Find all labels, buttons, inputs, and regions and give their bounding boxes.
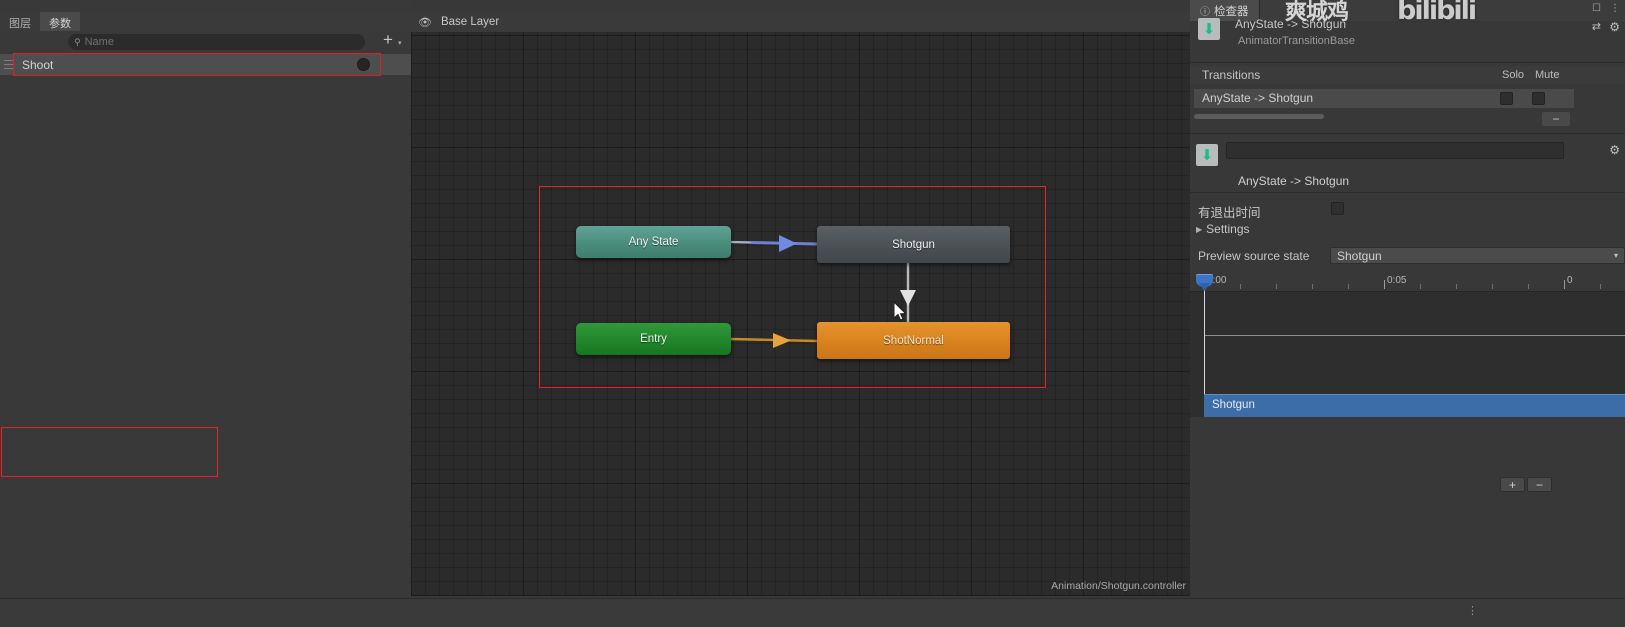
animator-state-graph[interactable]: Any State Entry Shotgun ShotNormal Anima… [411,32,1190,596]
window-buttons: ☐ ⋮ [1592,3,1620,14]
transitions-scrollbar[interactable] [1194,112,1574,121]
transition-list-row[interactable]: AnyState -> Shotgun [1194,89,1574,108]
subtab-parameters-label: 参数 [49,17,71,30]
inspector-subtitle: AnimatorTransitionBase [1238,35,1355,47]
preview-source-state-value: Shotgun [1337,248,1382,263]
mute-checkbox[interactable] [1532,92,1545,105]
subtab-parameters[interactable]: 参数 [40,12,80,31]
state-node-label: ShotNormal [883,334,944,347]
chevron-right-icon: ▶ [1196,224,1203,234]
transition-icon: ⬇ [1198,18,1220,40]
chevron-down-icon: ▾ [1613,251,1618,260]
timeline-playhead-handle[interactable] [1196,274,1213,287]
remove-condition-button[interactable]: − [1527,477,1552,492]
eye-icon[interactable]: 👁 [418,16,432,29]
state-node-shotnormal[interactable]: ShotNormal [817,322,1010,359]
mouse-cursor-icon [894,302,907,321]
mute-column-label: Mute [1535,69,1560,81]
solo-checkbox[interactable] [1500,92,1513,105]
parameter-row-shoot[interactable]: Shoot [0,54,411,75]
info-icon: ⓘ [1200,7,1210,18]
base-layer-label: Base Layer [440,16,500,28]
trigger-toggle-icon[interactable] [357,58,370,71]
state-node-entry[interactable]: Entry [576,323,731,355]
graph-toolbar: 👁 Base Layer [411,12,1190,32]
bottom-status-strip [0,598,1625,627]
transition-preview-timeline[interactable]: 0:00 0:05 0 Shotgun [1190,272,1625,417]
search-icon: ⚲ [74,36,81,47]
settings-label: Settings [1206,222,1250,236]
divider [1190,62,1625,63]
timeline-clip-bar[interactable]: Shotgun [1204,394,1625,417]
preview-source-state-label: Preview source state [1198,249,1310,263]
presets-icon[interactable]: ⇄ [1592,20,1601,33]
has-exit-time-checkbox[interactable] [1331,202,1344,215]
parameters-panel: 图层 参数 ⚲ + ▾ Shoot [0,0,411,598]
kebab-menu-icon[interactable]: ⋮ [1467,604,1479,617]
settings-foldout[interactable]: ▶ Settings [1196,222,1250,236]
state-node-label: Any State [628,236,679,248]
condition-add-remove-buttons: + − [1500,477,1552,492]
has-exit-time-label: 有退出时间 [1198,206,1261,220]
state-node-label: Entry [640,333,667,345]
drag-handle-icon[interactable] [0,54,18,75]
transition-list-row-label: AnyState -> Shotgun [1202,91,1314,105]
gear-icon[interactable]: ⚙ [1609,143,1620,157]
subtab-layers[interactable]: 图层 [0,12,40,31]
transitions-title: Transitions [1202,68,1261,82]
timeline-label: 0:05 [1387,275,1407,286]
subtab-layers-label: 图层 [9,17,31,30]
search-input[interactable] [84,36,359,48]
controller-path-label: Animation/Shotgun.controller [1051,580,1186,592]
add-condition-button[interactable]: + [1500,477,1525,492]
timeline-clip-label: Shotgun [1212,399,1255,411]
add-parameter-button[interactable]: + [380,31,396,49]
kebab-menu-icon[interactable]: ⋮ [1610,3,1620,14]
layers-parameters-tabs: 图层 参数 [0,12,411,31]
timeline-ruler[interactable]: 0:00 0:05 0 [1190,272,1625,292]
inspector-panel: ⓘ 检查器 ☐ ⋮ ⬇ AnyState -> Shotgun Animator… [1190,0,1625,627]
transitions-scrollbar-thumb[interactable] [1194,114,1324,119]
gear-icon[interactable]: ⚙ [1609,20,1620,34]
conditions-section: Conditions Shoot ▾ [1190,428,1625,474]
state-node-any-state[interactable]: Any State [576,226,731,258]
transition-icon: ⬇ [1196,144,1218,166]
divider [1190,192,1625,193]
inspector-title: AnyState -> Shotgun [1235,17,1347,31]
remove-transition-button[interactable]: − [1542,112,1570,126]
solo-column-label: Solo [1502,69,1525,81]
parameter-search-box[interactable]: ⚲ [68,34,365,50]
state-node-label: Shotgun [892,238,935,251]
unity-animator-window: ▦ 场景 ◉◉ 游戏 ⤳ 动画器 图层 参数 ⚲ + ▾ [0,0,1625,627]
parameter-name-label: Shoot [22,57,54,72]
transition-name-field[interactable] [1226,142,1564,159]
maximize-icon[interactable]: ☐ [1592,3,1601,14]
transition-name-label: AnyState -> Shotgun [1238,174,1350,188]
timeline-track-line [1204,335,1625,336]
divider [1190,133,1625,134]
preview-source-state-dropdown[interactable]: Shotgun ▾ [1330,247,1625,264]
add-parameter-caret-icon[interactable]: ▾ [398,39,402,47]
transition-edges [730,235,916,348]
timeline-label: 0 [1567,275,1573,286]
state-node-shotgun[interactable]: Shotgun [817,226,1010,263]
